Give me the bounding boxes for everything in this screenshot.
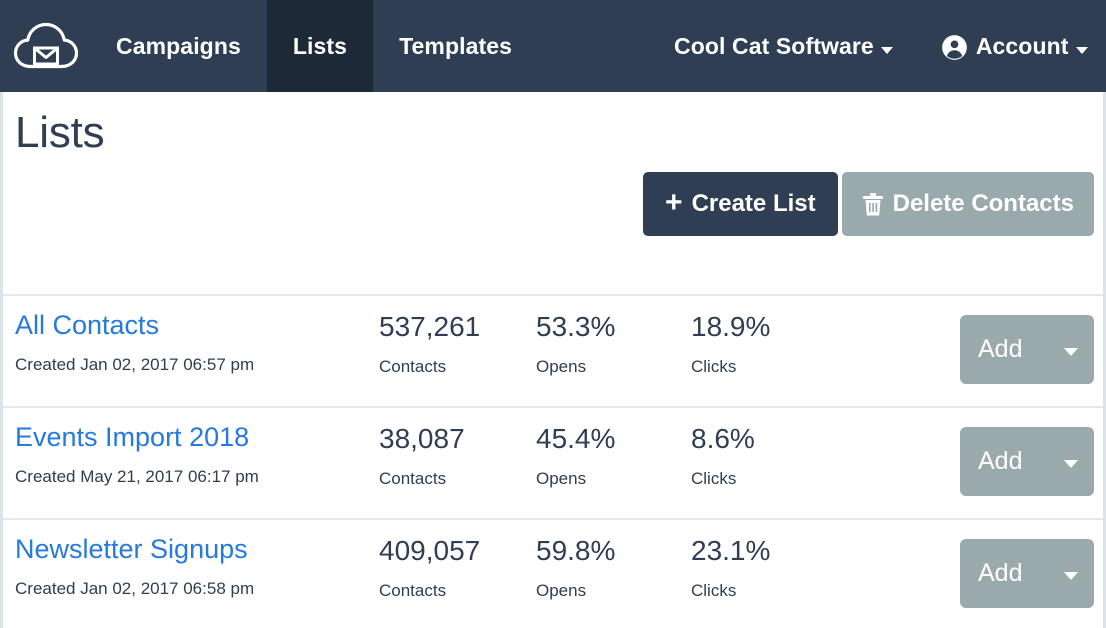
clicks-value: 8.6%	[691, 424, 851, 455]
contacts-stat: 38,087 Contacts	[379, 408, 536, 489]
top-navbar: Campaigns Lists Templates Cool Cat Softw…	[0, 0, 1106, 92]
page-toolbar: + Create List Delete Contacts	[643, 172, 1094, 236]
contacts-stat: 409,057 Contacts	[379, 520, 536, 601]
clicks-label: Clicks	[691, 581, 851, 601]
nav-label-lists: Lists	[293, 33, 347, 60]
opens-value: 45.4%	[536, 424, 691, 455]
contacts-label: Contacts	[379, 357, 536, 377]
list-created-date: Created Jan 02, 2017 06:57 pm	[15, 355, 379, 375]
list-name-cell: All Contacts Created Jan 02, 2017 06:57 …	[3, 296, 379, 375]
contacts-value: 38,087	[379, 424, 536, 455]
account-menu-label: Account	[976, 33, 1069, 60]
contacts-stat: 537,261 Contacts	[379, 296, 536, 377]
nav-label-templates: Templates	[399, 33, 512, 60]
delete-contacts-label: Delete Contacts	[893, 190, 1074, 218]
contacts-value: 409,057	[379, 536, 536, 567]
opens-stat: 53.3% Opens	[536, 296, 691, 377]
add-dropdown-button[interactable]: Add	[960, 427, 1094, 496]
list-name-cell: Events Import 2018 Created May 21, 2017 …	[3, 408, 379, 487]
contacts-label: Contacts	[379, 581, 536, 601]
primary-nav: Campaigns Lists Templates	[90, 0, 538, 92]
list-name-link[interactable]: Newsletter Signups	[15, 534, 248, 566]
nav-item-campaigns[interactable]: Campaigns	[90, 0, 267, 92]
list-created-date: Created May 21, 2017 06:17 pm	[15, 467, 379, 487]
list-name-link[interactable]: Events Import 2018	[15, 422, 249, 454]
table-row[interactable]: All Contacts Created Jan 02, 2017 06:57 …	[3, 294, 1103, 406]
clicks-value: 23.1%	[691, 536, 851, 567]
caret-down-icon	[1064, 348, 1078, 356]
add-button-label: Add	[978, 559, 1022, 588]
cloud-envelope-logo-icon	[12, 19, 80, 73]
trash-icon	[862, 192, 884, 217]
caret-down-icon	[1076, 47, 1088, 54]
create-list-label: Create List	[692, 190, 816, 218]
opens-label: Opens	[536, 469, 691, 489]
brand-logo[interactable]	[0, 0, 90, 92]
org-switcher-label: Cool Cat Software	[674, 33, 874, 60]
list-created-date: Created Jan 02, 2017 06:58 pm	[15, 579, 379, 599]
plus-icon: +	[665, 188, 683, 218]
app-window: Campaigns Lists Templates Cool Cat Softw…	[0, 0, 1106, 628]
delete-contacts-button[interactable]: Delete Contacts	[842, 172, 1094, 236]
opens-label: Opens	[536, 357, 691, 377]
secondary-nav: Cool Cat Software Account	[650, 0, 1106, 92]
opens-stat: 45.4% Opens	[536, 408, 691, 489]
nav-item-templates[interactable]: Templates	[373, 0, 538, 92]
list-name-link[interactable]: All Contacts	[15, 310, 159, 342]
caret-down-icon	[1064, 572, 1078, 580]
add-dropdown-button[interactable]: Add	[960, 315, 1094, 384]
page-title: Lists	[3, 92, 1103, 156]
contacts-value: 537,261	[379, 312, 536, 343]
opens-stat: 59.8% Opens	[536, 520, 691, 601]
row-action-cell: Add	[960, 408, 1103, 496]
org-switcher[interactable]: Cool Cat Software	[650, 0, 917, 92]
page-content: Lists + Create List Delete Cont	[0, 92, 1106, 628]
nav-item-lists[interactable]: Lists	[267, 0, 373, 92]
account-menu[interactable]: Account	[917, 0, 1106, 92]
opens-label: Opens	[536, 581, 691, 601]
clicks-label: Clicks	[691, 357, 851, 377]
clicks-stat: 23.1% Clicks	[691, 520, 851, 601]
create-list-button[interactable]: + Create List	[643, 172, 838, 236]
lists-table: All Contacts Created Jan 02, 2017 06:57 …	[3, 294, 1103, 628]
clicks-stat: 8.6% Clicks	[691, 408, 851, 489]
row-action-cell: Add	[960, 520, 1103, 608]
table-row[interactable]: Events Import 2018 Created May 21, 2017 …	[3, 406, 1103, 518]
table-row[interactable]: Newsletter Signups Created Jan 02, 2017 …	[3, 518, 1103, 628]
opens-value: 53.3%	[536, 312, 691, 343]
add-dropdown-button[interactable]: Add	[960, 539, 1094, 608]
clicks-value: 18.9%	[691, 312, 851, 343]
caret-down-icon	[881, 47, 893, 54]
clicks-stat: 18.9% Clicks	[691, 296, 851, 377]
clicks-label: Clicks	[691, 469, 851, 489]
list-name-cell: Newsletter Signups Created Jan 02, 2017 …	[3, 520, 379, 599]
user-circle-icon	[941, 34, 968, 61]
row-action-cell: Add	[960, 296, 1103, 384]
add-button-label: Add	[978, 335, 1022, 364]
add-button-label: Add	[978, 447, 1022, 476]
opens-value: 59.8%	[536, 536, 691, 567]
caret-down-icon	[1064, 460, 1078, 468]
contacts-label: Contacts	[379, 469, 536, 489]
nav-label-campaigns: Campaigns	[116, 33, 241, 60]
